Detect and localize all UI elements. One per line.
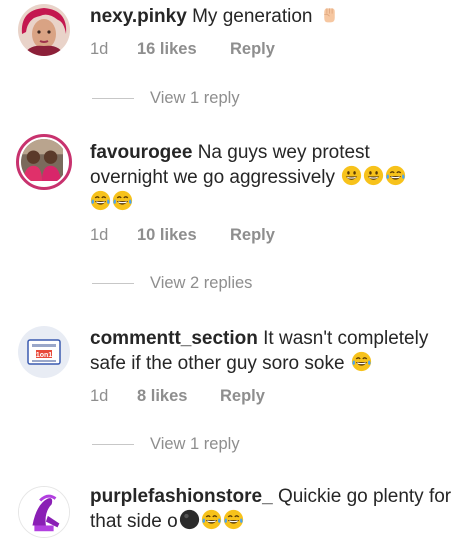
avatar-image: 1on1: [18, 326, 70, 378]
view-replies-label: View 2 replies: [150, 273, 253, 292]
tears-of-joy-icon: [385, 165, 406, 186]
comment-text: nexy.pinky My generation: [90, 4, 453, 29]
comment-text: purplefashionstore_ Quickie go plenty fo…: [90, 484, 453, 534]
likes-count[interactable]: 16 likes: [137, 40, 197, 59]
raised-fist-icon: [319, 4, 340, 25]
grinning-face-icon: [341, 165, 362, 186]
tears-of-joy-icon: [201, 509, 222, 530]
divider-line: [92, 443, 134, 445]
view-replies-label: View 1 reply: [150, 434, 240, 453]
tears-of-joy-icon: [351, 351, 372, 372]
view-replies-label: View 1 reply: [150, 88, 240, 107]
divider-line: [92, 282, 134, 284]
likes-count[interactable]: 8 likes: [137, 387, 187, 406]
timestamp: 1d: [90, 226, 109, 244]
view-replies-button[interactable]: View 1 reply: [92, 87, 240, 109]
view-replies-button[interactable]: View 1 reply: [92, 433, 240, 455]
likes-count[interactable]: 10 likes: [137, 226, 197, 245]
comment-meta: 1d 8 likes Reply: [90, 387, 453, 407]
comment-meta: 1d 10 likes Reply: [90, 226, 453, 246]
tears-of-joy-icon: [112, 190, 133, 211]
username[interactable]: favourogee: [90, 142, 192, 163]
username[interactable]: purplefashionstore_: [90, 486, 273, 507]
reply-button[interactable]: Reply: [230, 226, 275, 245]
username[interactable]: commentt_section: [90, 328, 258, 349]
tears-of-joy-icon: [90, 190, 111, 211]
avatar[interactable]: [18, 486, 70, 538]
divider-line: [92, 97, 134, 99]
avatar[interactable]: [18, 4, 70, 56]
comment-meta: 1d 16 likes Reply: [90, 40, 453, 60]
timestamp: 1d: [90, 387, 109, 405]
reply-button[interactable]: Reply: [220, 387, 265, 406]
comment-body: My generation: [192, 6, 313, 27]
grinning-face-icon: [363, 165, 384, 186]
avatar[interactable]: 1on1: [18, 326, 70, 378]
avatar[interactable]: [16, 134, 72, 190]
comment-text: commentt_section It wasn't completely sa…: [90, 326, 453, 376]
view-replies-button[interactable]: View 2 replies: [92, 272, 252, 294]
timestamp: 1d: [90, 40, 109, 58]
avatar-image: [19, 487, 69, 537]
avatar-image: [18, 4, 70, 56]
comment-text: favourogee Na guys wey protest overnight…: [90, 140, 453, 215]
username[interactable]: nexy.pinky: [90, 6, 187, 27]
black-circle-icon: [179, 509, 200, 530]
avatar-image: [21, 139, 63, 181]
reply-button[interactable]: Reply: [230, 40, 275, 59]
tears-of-joy-icon: [223, 509, 244, 530]
avatar-badge-text: 1on1: [36, 352, 52, 359]
